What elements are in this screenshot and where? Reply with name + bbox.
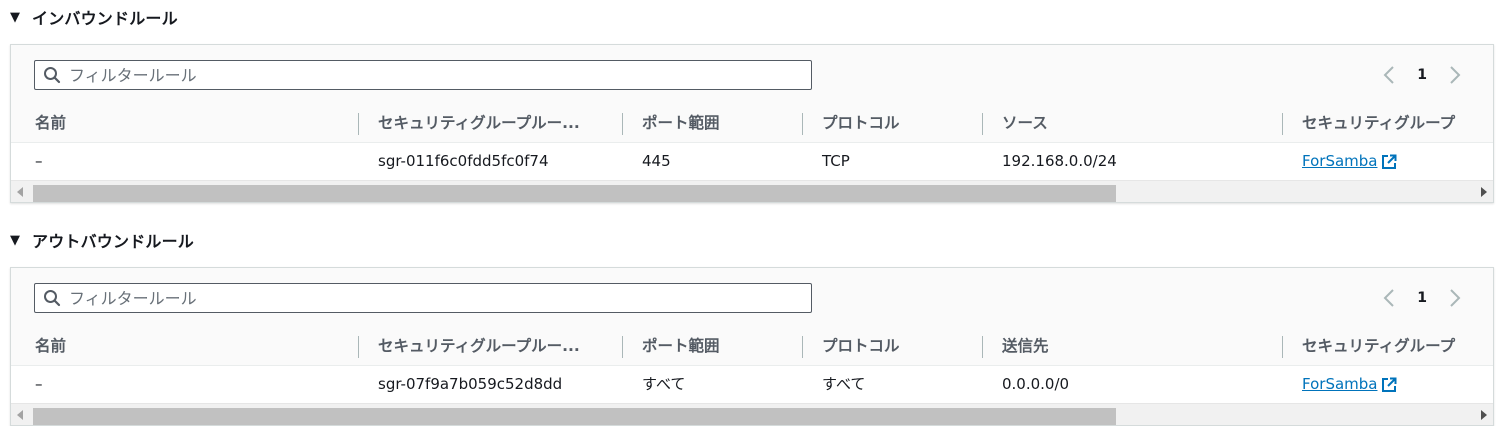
horizontal-scrollbar[interactable] (11, 180, 1493, 202)
section-title: インバウンドルール (32, 9, 178, 28)
inbound-rules-header[interactable]: ▼ インバウンドルール (10, 5, 178, 29)
cell-protocol: TCP (822, 152, 850, 170)
external-link-icon[interactable] (1381, 154, 1397, 170)
table-header: 名前 セキュリティグループルー... ポート範囲 プロトコル 送信先 セキュリテ… (11, 328, 1493, 366)
pagination: 1 (1379, 286, 1465, 310)
column-header-name[interactable]: 名前 (35, 328, 66, 365)
cell-name: – (35, 375, 43, 393)
panel-toolbar: 1 (11, 45, 1493, 106)
column-header-name[interactable]: 名前 (35, 105, 66, 142)
chevron-left-icon[interactable] (1379, 63, 1399, 87)
column-header-port-range[interactable]: ポート範囲 (642, 328, 720, 365)
security-group-link-label[interactable]: ForSamba (1302, 366, 1377, 403)
pagination: 1 (1379, 63, 1465, 87)
table-row[interactable]: – sgr-011f6c0fdd5fc0f74 445 TCP 192.168.… (11, 143, 1493, 180)
table-header: 名前 セキュリティグループルー... ポート範囲 プロトコル ソース セキュリテ… (11, 105, 1493, 143)
caret-down-icon: ▼ (10, 232, 20, 248)
security-group-link-label[interactable]: ForSamba (1302, 143, 1377, 180)
cell-rule-id: sgr-011f6c0fdd5fc0f74 (378, 152, 549, 170)
column-resizer[interactable] (358, 336, 359, 358)
column-header-security-group[interactable]: セキュリティグループ (1302, 105, 1455, 142)
column-resizer[interactable] (358, 113, 359, 135)
outbound-rules-header[interactable]: ▼ アウトバウンドルール (10, 228, 194, 252)
cell-protocol: すべて (822, 375, 866, 393)
cell-name: – (35, 152, 43, 170)
column-resizer[interactable] (982, 113, 983, 135)
external-link-icon[interactable] (1381, 377, 1397, 393)
panel-toolbar: 1 (11, 268, 1493, 329)
cell-destination: 0.0.0.0/0 (1002, 375, 1070, 393)
column-header-security-group[interactable]: セキュリティグループ (1302, 328, 1455, 365)
chevron-right-icon[interactable] (1445, 286, 1465, 310)
caret-down-icon: ▼ (10, 9, 20, 25)
scroll-right-arrow-icon[interactable] (1475, 404, 1493, 425)
horizontal-scrollbar[interactable] (11, 403, 1493, 425)
scrollbar-thumb[interactable] (33, 408, 1116, 425)
scroll-left-arrow-icon[interactable] (11, 181, 29, 202)
column-header-source[interactable]: ソース (1002, 105, 1048, 142)
column-header-protocol[interactable]: プロトコル (822, 328, 900, 365)
filter-input[interactable] (69, 288, 811, 308)
column-resizer[interactable] (622, 336, 623, 358)
cell-rule-id: sgr-07f9a7b059c52d8dd (378, 375, 563, 393)
cell-source: 192.168.0.0/24 (1002, 152, 1117, 170)
scrollbar-thumb[interactable] (33, 185, 1116, 202)
section-title: アウトバウンドルール (32, 232, 195, 251)
column-header-destination[interactable]: 送信先 (1002, 328, 1049, 365)
column-resizer[interactable] (1282, 113, 1283, 135)
security-group-link[interactable]: ForSamba (1302, 366, 1397, 403)
scroll-left-arrow-icon[interactable] (11, 404, 29, 425)
outbound-rules-panel: 1 名前 セキュリティグループルー... ポート範囲 プロトコル 送信先 セキュ… (10, 267, 1494, 426)
chevron-right-icon[interactable] (1445, 63, 1465, 87)
chevron-left-icon[interactable] (1379, 286, 1399, 310)
page-number[interactable]: 1 (1417, 290, 1427, 306)
column-header-protocol[interactable]: プロトコル (822, 105, 900, 142)
column-header-port-range[interactable]: ポート範囲 (642, 105, 720, 142)
filter-box[interactable] (34, 60, 812, 90)
column-resizer[interactable] (802, 336, 803, 358)
cell-port-range: 445 (642, 152, 671, 170)
column-resizer[interactable] (802, 113, 803, 135)
security-group-link[interactable]: ForSamba (1302, 143, 1397, 180)
column-header-rule-id[interactable]: セキュリティグループルー... (378, 105, 580, 142)
filter-box[interactable] (34, 283, 812, 313)
column-resizer[interactable] (1282, 336, 1283, 358)
cell-port-range: すべて (642, 375, 686, 393)
column-header-rule-id[interactable]: セキュリティグループルー... (378, 328, 580, 365)
search-icon (35, 284, 69, 312)
table-row[interactable]: – sgr-07f9a7b059c52d8dd すべて すべて 0.0.0.0/… (11, 366, 1493, 403)
page-number[interactable]: 1 (1417, 67, 1427, 83)
inbound-rules-panel: 1 名前 セキュリティグループルー... ポート範囲 プロトコル ソース セキュ… (10, 44, 1494, 203)
scroll-right-arrow-icon[interactable] (1475, 181, 1493, 202)
column-resizer[interactable] (982, 336, 983, 358)
filter-input[interactable] (69, 65, 811, 85)
search-icon (35, 61, 69, 89)
column-resizer[interactable] (622, 113, 623, 135)
